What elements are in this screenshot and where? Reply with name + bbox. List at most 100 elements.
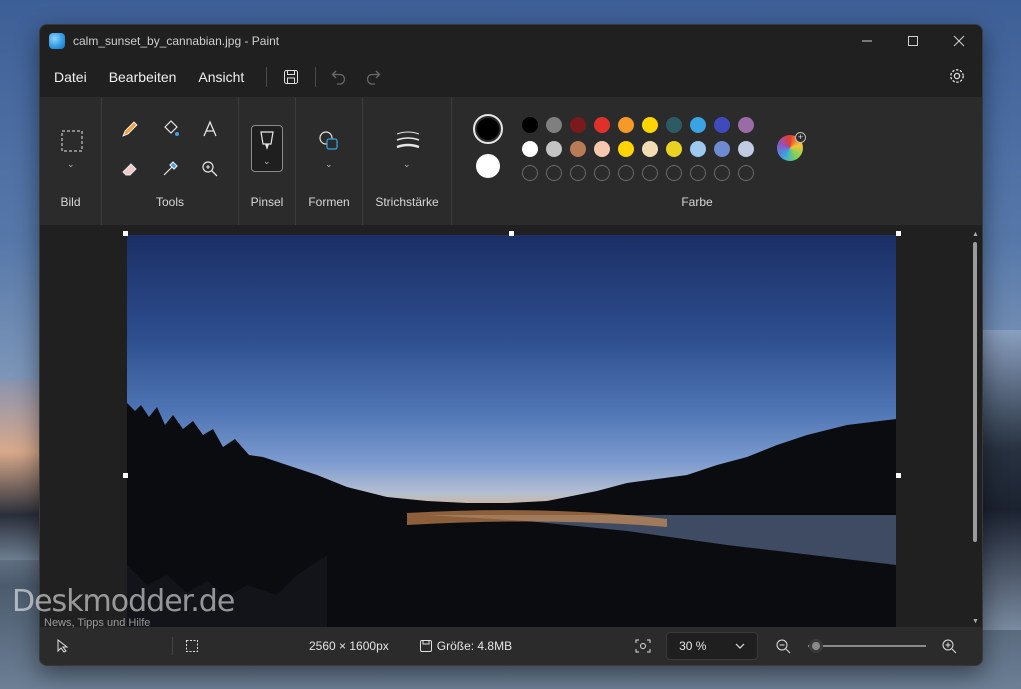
color-picker-tool[interactable] — [158, 157, 182, 181]
redo-button[interactable] — [358, 63, 386, 91]
file-size: Größe: 4.8MB — [436, 639, 513, 653]
zoom-out-icon — [776, 639, 791, 654]
color-swatch[interactable] — [522, 141, 538, 157]
eraser-tool[interactable] — [118, 157, 142, 181]
resize-handle-tc[interactable] — [509, 231, 514, 236]
resize-handle-tr[interactable] — [896, 231, 901, 236]
stroke-size-button[interactable] — [395, 129, 421, 153]
chevron-down-icon[interactable]: ⌄ — [325, 159, 333, 170]
text-tool[interactable] — [198, 117, 222, 141]
color-swatch[interactable] — [738, 117, 754, 133]
color-swatch[interactable] — [594, 117, 610, 133]
custom-color-slot[interactable] — [714, 165, 730, 181]
selection-size-icon — [183, 637, 201, 655]
custom-color-slot[interactable] — [546, 165, 562, 181]
ribbon-toolbar: ⌄ Bild Tools ⌄ Pinsel ⌄ Formen ⌄ Strichs… — [40, 97, 982, 225]
landscape-silhouette — [127, 403, 896, 627]
file-size-icon — [417, 637, 435, 655]
color-swatch[interactable] — [642, 141, 658, 157]
desktop-wallpaper-right — [981, 330, 1021, 630]
group-pinsel: ⌄ Pinsel — [239, 97, 296, 225]
color-swatch[interactable] — [738, 141, 754, 157]
color-swatch[interactable] — [642, 117, 658, 133]
custom-color-slot[interactable] — [642, 165, 658, 181]
close-icon — [953, 35, 965, 46]
zoom-select[interactable]: 30 % — [666, 632, 759, 660]
pencil-tool[interactable] — [118, 117, 142, 141]
canvas-image[interactable] — [127, 235, 896, 627]
menu-datei[interactable]: Datei — [46, 69, 95, 85]
color-swatch[interactable] — [666, 141, 682, 157]
menu-bar: Datei Bearbeiten Ansicht — [40, 56, 982, 97]
color-swatch[interactable] — [714, 117, 730, 133]
color-swatch[interactable] — [522, 117, 538, 133]
custom-color-slot[interactable] — [618, 165, 634, 181]
color-swatch[interactable] — [618, 141, 634, 157]
close-button[interactable] — [936, 25, 982, 56]
color-swatch[interactable] — [570, 141, 586, 157]
color-swatch[interactable] — [690, 141, 706, 157]
eyedropper-icon — [163, 161, 178, 176]
custom-color-slot[interactable] — [594, 165, 610, 181]
shapes-icon — [319, 131, 338, 150]
settings-button[interactable] — [946, 65, 968, 87]
save-button[interactable] — [277, 63, 305, 91]
color-swatch[interactable] — [570, 117, 586, 133]
resize-handle-ml[interactable] — [123, 473, 128, 478]
edit-colors-button[interactable]: + — [777, 132, 806, 161]
shapes-button[interactable] — [317, 129, 341, 153]
canvas-area[interactable] — [40, 225, 982, 629]
zoom-slider-thumb[interactable] — [808, 639, 823, 653]
color-swatch[interactable] — [618, 117, 634, 133]
magnifier-tool[interactable] — [198, 157, 222, 181]
group-farbe: + Farbe — [452, 97, 942, 225]
scroll-down-icon[interactable]: ▼ — [972, 618, 979, 625]
chevron-down-icon[interactable]: ⌄ — [67, 159, 75, 170]
undo-button[interactable] — [326, 63, 354, 91]
color-swatch[interactable] — [546, 117, 562, 133]
resize-handle-tl[interactable] — [123, 231, 128, 236]
image-dimensions: 2560 × 1600px — [309, 639, 389, 653]
zoom-out-button[interactable] — [774, 637, 792, 655]
fit-to-window-button[interactable] — [634, 637, 652, 655]
status-bar: 2560 × 1600px Größe: 4.8MB 30 % — [40, 627, 982, 665]
group-bild: ⌄ Bild — [40, 97, 102, 225]
custom-color-slot[interactable] — [570, 165, 586, 181]
cursor-position-icon — [54, 637, 72, 655]
custom-color-slot[interactable] — [522, 165, 538, 181]
zoom-slider-track — [808, 645, 927, 647]
scrollbar-thumb[interactable] — [973, 242, 977, 542]
zoom-icon — [202, 161, 218, 177]
custom-color-slot[interactable] — [690, 165, 706, 181]
scroll-up-icon[interactable]: ▲ — [972, 231, 979, 238]
color-swatch[interactable] — [594, 141, 610, 157]
secondary-color-button[interactable] — [476, 154, 500, 178]
menu-ansicht[interactable]: Ansicht — [190, 69, 252, 85]
primary-color-button[interactable] — [473, 114, 503, 144]
group-tools: Tools — [102, 97, 239, 225]
maximize-icon — [908, 35, 918, 46]
minimize-button[interactable] — [844, 25, 890, 56]
zoom-slider[interactable] — [804, 636, 934, 656]
custom-color-slot[interactable] — [666, 165, 682, 181]
fill-tool[interactable] — [158, 117, 182, 141]
color-swatch[interactable] — [666, 117, 682, 133]
redo-icon — [367, 70, 381, 85]
selection-button[interactable] — [60, 129, 84, 153]
color-swatch[interactable] — [546, 141, 562, 157]
chevron-down-icon[interactable]: ⌄ — [403, 159, 411, 170]
group-label-farbe: Farbe — [681, 195, 713, 209]
maximize-button[interactable] — [890, 25, 936, 56]
undo-icon — [331, 70, 346, 85]
watermark-title: Deskmodder.de — [12, 584, 235, 619]
color-swatch[interactable] — [690, 117, 706, 133]
custom-color-slot[interactable] — [738, 165, 754, 181]
zoom-in-icon — [942, 639, 957, 654]
menu-divider — [315, 66, 317, 87]
menu-bearbeiten[interactable]: Bearbeiten — [101, 69, 185, 85]
color-swatch[interactable] — [714, 141, 730, 157]
brush-icon — [260, 131, 274, 150]
resize-handle-mr[interactable] — [896, 473, 901, 478]
brush-button[interactable]: ⌄ — [251, 125, 283, 172]
zoom-in-button[interactable] — [940, 637, 958, 655]
